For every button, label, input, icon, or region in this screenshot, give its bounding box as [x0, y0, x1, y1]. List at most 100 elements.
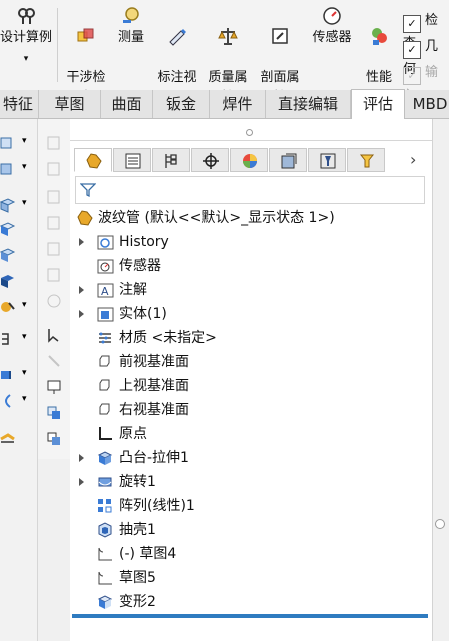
- sensor-button[interactable]: 传感器: [307, 6, 357, 48]
- linear-pattern-icon: [98, 499, 112, 513]
- check-button[interactable]: ✓检查: [403, 10, 449, 51]
- propertymanager-icon: [125, 153, 141, 169]
- tab-evaluate[interactable]: 评估: [351, 89, 405, 120]
- dropdown-arrow-icon[interactable]: ▾: [22, 300, 27, 310]
- filter-icon: [80, 183, 96, 198]
- tab-featuremanager[interactable]: [74, 148, 112, 172]
- tab-mbd[interactable]: MBD: [405, 90, 449, 118]
- disabled-feature-icon: [47, 190, 60, 204]
- tree-item-label: History: [119, 234, 169, 250]
- tree-item-label: 旋转1: [119, 474, 156, 490]
- tab-cam[interactable]: [269, 148, 307, 172]
- root-part-label: 波纹管 (默认<<默认>_显示状态 1>): [98, 210, 335, 226]
- material-icon: [99, 332, 111, 344]
- tab-surfaces[interactable]: 曲面: [101, 90, 153, 118]
- disabled-feature-icon: [47, 162, 60, 176]
- dropdown-arrow-icon[interactable]: ▾: [22, 394, 27, 404]
- tab-sheet-metal[interactable]: 钣金: [153, 90, 210, 118]
- command-tabs: 特征 草图 曲面 钣金 焊件 直接编辑 评估 MBD: [0, 89, 449, 120]
- tree-item-label: 右视基准面: [119, 402, 189, 418]
- disabled-feature-icon: [47, 216, 60, 230]
- svg-text:A: A: [101, 285, 109, 298]
- sensor-label: 传感器: [312, 30, 352, 45]
- left-toolbar: ▾ ▾ ▾ ▾ ▾ ▾ ▾: [0, 119, 38, 641]
- filter-bar[interactable]: [75, 176, 425, 204]
- collapse-handle[interactable]: [435, 519, 445, 529]
- solid-bodies-icon: [97, 307, 114, 322]
- tab-dimxpertmanager[interactable]: [191, 148, 229, 172]
- import-icon: ✓: [403, 67, 421, 85]
- panel-collapse-strip[interactable]: [432, 119, 449, 641]
- rollback-bar[interactable]: [72, 614, 428, 618]
- instant3d-icon[interactable]: [0, 429, 16, 445]
- tab-toolbox[interactable]: [347, 148, 385, 172]
- tree-item-label: 材质 <未指定>: [119, 330, 217, 346]
- sensor-folder-icon: [97, 259, 114, 274]
- shell-icon: [98, 522, 112, 538]
- tab-features[interactable]: 特征: [0, 90, 39, 118]
- tab-weldments[interactable]: 焊件: [210, 90, 266, 118]
- rebuild-icon[interactable]: [46, 379, 62, 395]
- toolbox-icon: [359, 154, 375, 168]
- disabled-feature-icon: [47, 136, 60, 150]
- copy-tool-icon[interactable]: [46, 405, 62, 421]
- featuremanager-icon: [86, 153, 102, 169]
- ribbon-separator: [57, 8, 58, 82]
- divider: [70, 140, 432, 141]
- view-cube-icon[interactable]: [0, 135, 16, 151]
- measure-button[interactable]: 测量: [113, 6, 149, 48]
- import-diagnostics-button[interactable]: ✓输入: [403, 62, 449, 103]
- annotation-view-icon: [169, 29, 186, 46]
- section-properties-icon: [272, 28, 288, 44]
- display-style-icon[interactable]: [0, 197, 16, 213]
- tree-item-label: 前视基准面: [119, 354, 189, 370]
- expand-arrow-icon[interactable]: [79, 478, 84, 486]
- tab-direct-editing[interactable]: 直接编辑: [266, 90, 351, 118]
- dropdown-arrow-icon[interactable]: ▾: [22, 332, 27, 342]
- disabled-tool-icon: [48, 355, 60, 367]
- plane-icon: [99, 379, 110, 391]
- design-study-label: 设计算例: [0, 30, 52, 45]
- tree-item-label: 上视基准面: [119, 378, 189, 394]
- reference-geometry-icon[interactable]: [0, 367, 16, 383]
- expand-arrow-icon[interactable]: [79, 454, 84, 462]
- tree-item-label: 变形2: [119, 594, 156, 610]
- dropdown-arrow-icon[interactable]: ▾: [22, 198, 27, 208]
- tabs-scroll-right-icon[interactable]: ›: [410, 150, 416, 169]
- manager-tabs: [74, 148, 392, 172]
- dropdown-arrow-icon[interactable]: ▾: [22, 136, 27, 146]
- section-view-icon[interactable]: [0, 161, 16, 177]
- disabled-feature-icon: [47, 294, 61, 308]
- splitter-handle[interactable]: [246, 129, 253, 136]
- crosshair-icon: [203, 153, 219, 169]
- appearance-icon[interactable]: [0, 247, 16, 263]
- plane-icon: [99, 403, 110, 415]
- geometry-analysis-button[interactable]: ✓ 几何: [403, 36, 449, 77]
- expand-arrow-icon[interactable]: [79, 238, 84, 246]
- move-tool-icon[interactable]: [46, 431, 62, 447]
- scene-icon[interactable]: [0, 273, 16, 289]
- dropdown-arrow-icon: ▾: [23, 54, 29, 64]
- render-tools-icon[interactable]: [0, 299, 16, 315]
- geometry-check-icon: ✓: [403, 41, 421, 59]
- check-icon: ✓: [403, 15, 421, 33]
- view-settings-icon[interactable]: [0, 331, 16, 347]
- expand-arrow-icon[interactable]: [79, 310, 84, 318]
- tab-propertymanager[interactable]: [113, 148, 151, 172]
- expand-arrow-icon[interactable]: [79, 286, 84, 294]
- tab-simulation[interactable]: [308, 148, 346, 172]
- dropdown-arrow-icon[interactable]: ▾: [22, 368, 27, 378]
- dropdown-arrow-icon[interactable]: ▾: [22, 162, 27, 172]
- tab-sketch[interactable]: 草图: [39, 90, 101, 118]
- cam-icon: [281, 153, 297, 169]
- select-tool-icon[interactable]: [46, 327, 62, 343]
- tab-configurationmanager[interactable]: [152, 148, 190, 172]
- design-study-button[interactable]: 设计算例 ▾: [0, 6, 54, 64]
- hide-show-icon[interactable]: [0, 221, 16, 237]
- curves-icon[interactable]: [0, 393, 16, 409]
- tab-displaymanager[interactable]: [230, 148, 268, 172]
- mass-properties-icon: [218, 28, 238, 45]
- sensor-icon: [323, 7, 341, 25]
- measure-icon: [123, 7, 139, 23]
- interference-icon: [77, 28, 94, 42]
